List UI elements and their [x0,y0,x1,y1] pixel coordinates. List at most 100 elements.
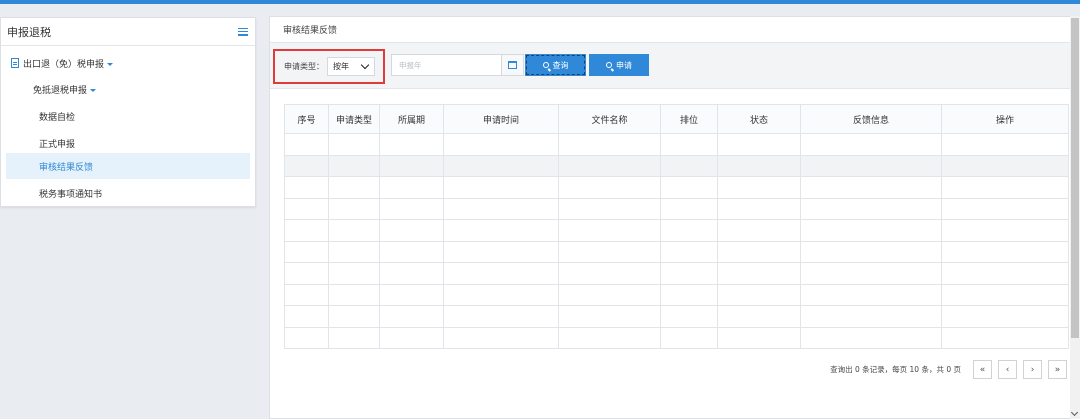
column-header[interactable]: 文件名称 [558,104,661,134]
table-cell [941,326,1069,349]
table-row [284,133,1069,156]
table-cell [558,240,661,263]
table-row [284,283,1069,306]
table-cell [717,240,801,263]
table-cell [379,133,444,156]
page-title: 审核结果反馈 [283,26,338,36]
column-header[interactable]: 申请时间 [443,104,559,134]
menu-toggle-icon[interactable] [238,27,248,36]
column-header[interactable]: 序号 [284,104,329,134]
column-header[interactable]: 状态 [717,104,801,134]
sidebar-item-self-check[interactable]: 数据自检 [1,103,255,129]
table-cell [328,133,380,156]
pagination-summary: 查询出 0 条记录，每页 10 条，共 0 页 [830,365,961,374]
table-row [284,176,1069,199]
column-header[interactable]: 所属期 [379,104,444,134]
table-cell [941,283,1069,306]
table-cell [379,154,444,177]
table-cell [800,219,942,242]
sidebar-item-label: 税务事项通知书 [39,189,103,200]
table-cell [558,133,661,156]
query-button-label: 查询 [552,60,569,70]
sidebar-item-export-refund[interactable]: 出口退（免）税申报 [1,50,255,76]
calendar-icon [508,61,517,69]
next-page-button[interactable]: › [1023,360,1042,379]
table-cell [443,154,559,177]
table-cell [443,326,559,349]
vertical-scrollbar[interactable] [1070,16,1080,419]
table-cell [660,197,718,220]
sidebar-title: 申报退税 [7,25,51,39]
sidebar-item-tax-notice[interactable]: 税务事项通知书 [1,180,255,206]
application-type-filter: 申请类型： 按年 [273,49,385,84]
table-cell [284,305,329,328]
apply-button-label: 申请 [616,60,632,70]
table-row [284,219,1069,242]
column-header[interactable]: 操作 [941,104,1069,134]
declare-year-placeholder: 申报年 [399,60,422,70]
table-cell [660,154,718,177]
table-cell [660,262,718,285]
table-cell [941,133,1069,156]
sidebar-item-review-feedback[interactable]: 审核结果反馈 [6,153,250,179]
table-cell [800,176,942,199]
table-cell [443,176,559,199]
sidebar-item-label: 免抵退税申报 [33,85,88,96]
table-cell [379,176,444,199]
table-row [284,326,1069,349]
table-cell [717,262,801,285]
table-cell [443,197,559,220]
table-cell [717,219,801,242]
table-cell [660,305,718,328]
table-cell [941,240,1069,263]
table-cell [941,262,1069,285]
table-row [284,240,1069,263]
table-cell [800,197,942,220]
table-cell [328,154,380,177]
table-cell [941,305,1069,328]
table-cell [328,283,380,306]
query-button[interactable]: 查询 [525,54,586,76]
table-cell [379,305,444,328]
table-cell [328,305,380,328]
sidebar-item-exempt-refund[interactable]: 免抵退税申报 [1,76,255,102]
breadcrumb: 审核结果反馈 [270,17,1079,43]
declare-year-input[interactable]: 申报年 [391,54,524,76]
scrollbar-thumb[interactable] [1071,18,1079,338]
table-cell [379,283,444,306]
filter-toolbar: 申请类型： 按年 申报年 查询 申请 [270,43,1079,89]
table-cell [660,219,718,242]
table-cell [660,133,718,156]
apply-button[interactable]: 申请 [589,54,649,76]
application-type-select[interactable]: 按年 [327,57,375,76]
table-cell [558,197,661,220]
last-page-button[interactable]: » [1048,360,1067,379]
first-page-button[interactable]: « [973,360,992,379]
table-cell [717,326,801,349]
results-table: 序号 申请类型 所属期 申请时间 文件名称 排位 状态 反馈信息 操作 [284,104,1069,349]
scroll-down-icon[interactable] [1070,408,1079,417]
table-cell [284,133,329,156]
table-cell [558,219,661,242]
prev-page-button[interactable]: ‹ [998,360,1017,379]
table-cell [284,240,329,263]
table-cell [558,154,661,177]
sidebar-header: 申报退税 [1,18,255,46]
table-row [284,154,1069,177]
sidebar-item-label: 审核结果反馈 [39,162,94,173]
table-cell [660,326,718,349]
table-cell [717,283,801,306]
table-cell [284,176,329,199]
table-cell [558,283,661,306]
column-header[interactable]: 反馈信息 [800,104,942,134]
table-cell [379,197,444,220]
calendar-button[interactable] [501,55,523,75]
column-header[interactable]: 申请类型 [328,104,380,134]
table-cell [660,176,718,199]
column-header[interactable]: 排位 [660,104,718,134]
table-cell [941,219,1069,242]
table-header-row: 序号 申请类型 所属期 申请时间 文件名称 排位 状态 反馈信息 操作 [284,104,1069,134]
chevron-down-icon [360,60,370,70]
table-cell [717,176,801,199]
table-cell [379,326,444,349]
